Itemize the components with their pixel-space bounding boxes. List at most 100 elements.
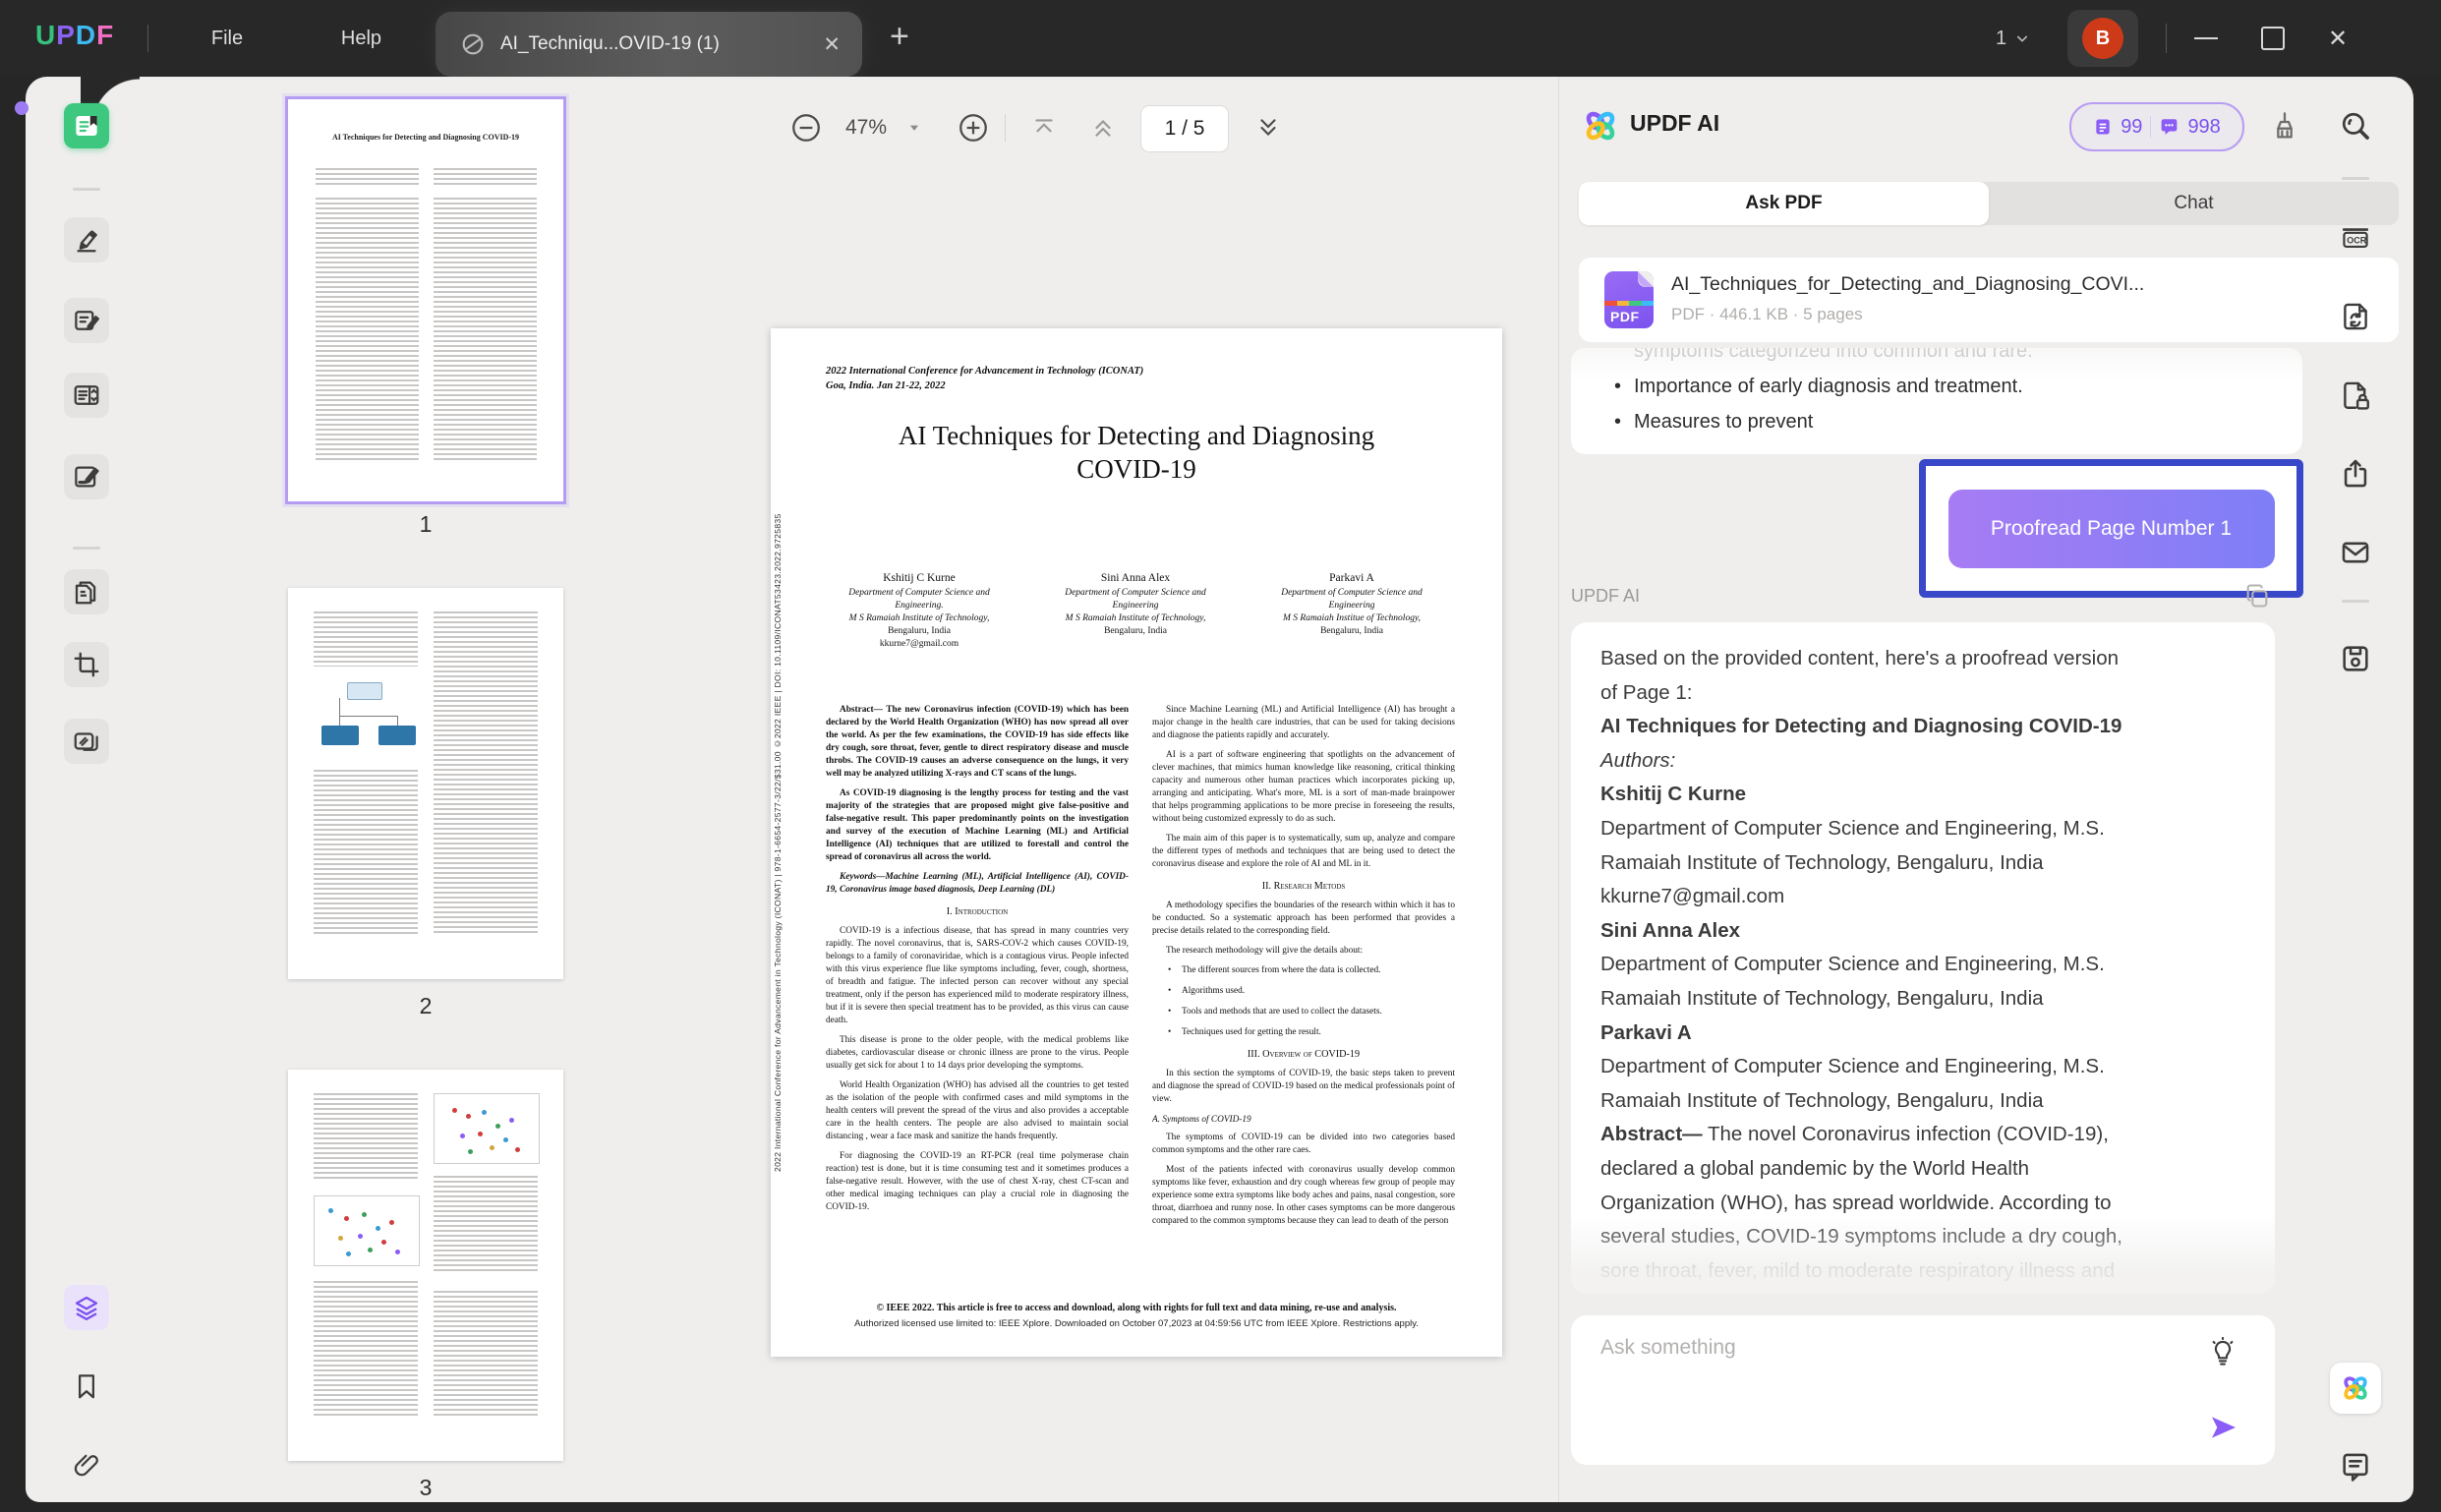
tab-ask-pdf[interactable]: Ask PDF — [1579, 182, 1989, 225]
annotation-note-button[interactable] — [2330, 1441, 2381, 1492]
account-button[interactable]: B — [2067, 10, 2138, 67]
sidebar-item-reader[interactable] — [64, 103, 109, 148]
updf-ai-floating-button[interactable] — [2330, 1363, 2381, 1414]
tab-close-icon[interactable]: ✕ — [823, 32, 841, 57]
updf-logo-letter: F — [96, 20, 114, 50]
updf-ai-logo-icon — [1579, 104, 1622, 147]
sidebar-item-attachment[interactable] — [64, 1442, 109, 1487]
note-bubble-icon — [2339, 1450, 2372, 1483]
new-tab-button[interactable]: + — [890, 0, 909, 77]
response-line: Ramaiah Institute of Technology, Bengalu… — [1600, 846, 2249, 881]
doc-credit-icon — [2093, 117, 2113, 137]
paragraph: World Health Organization (WHO) has advi… — [826, 1079, 1129, 1143]
page-footer-copyright: © IEEE 2022. This article is free to acc… — [771, 1303, 1502, 1313]
flowchart-box — [347, 682, 382, 700]
page-thumbnail-1[interactable]: AI Techniques for Detecting and Diagnosi… — [288, 99, 563, 501]
ocr-button[interactable]: OCR — [2330, 210, 2381, 262]
paper-title: AI Techniques for Detecting and Diagnosi… — [771, 419, 1502, 486]
paragraph: The different sources from where the dat… — [1152, 964, 1455, 977]
toolbar-divider — [1005, 114, 1006, 142]
paragraph: As COVID-19 diagnosing is the lengthy pr… — [826, 787, 1129, 864]
menu-help[interactable]: Help — [324, 0, 398, 77]
titlebar-divider — [2166, 24, 2167, 53]
scroll-to-top-button[interactable] — [1022, 101, 1066, 154]
sidebar-item-organize-pages[interactable] — [64, 569, 109, 614]
page-number-label: 2 — [288, 993, 563, 1019]
page-thumbnail-3[interactable] — [288, 1070, 563, 1461]
next-page-button[interactable] — [1247, 101, 1290, 154]
protect-button[interactable] — [2330, 370, 2381, 421]
ai-message-partial: symptoms categorized into common and rar… — [1571, 348, 2302, 454]
sidebar-item-comment[interactable] — [64, 217, 109, 262]
maximize-button[interactable] — [2245, 0, 2300, 77]
paragraph: I. Introduction — [826, 905, 1129, 918]
attached-file-card[interactable]: PDF AI_Techniques_for_Detecting_and_Diag… — [1579, 258, 2399, 342]
right-column: Since Machine Learning (ML) and Artifici… — [1152, 704, 1455, 1294]
mail-icon — [2339, 536, 2372, 569]
page-footer-license: Authorized licensed use limited to: IEEE… — [771, 1318, 1502, 1329]
sidebar-item-reading-panel[interactable] — [64, 373, 109, 418]
ai-mode-tabs: Ask PDF Chat — [1579, 182, 2399, 225]
faded-line: symptoms categorized into common and rar… — [1634, 348, 2273, 363]
ask-input-card — [1571, 1315, 2275, 1465]
sidebar-item-layers[interactable] — [64, 1285, 109, 1330]
response-text: Based on the provided content, here's a … — [1600, 642, 2249, 1288]
search-button[interactable] — [2330, 100, 2381, 151]
prompt-ideas-button[interactable] — [2208, 1337, 2238, 1367]
convert-button[interactable] — [2330, 291, 2381, 342]
zoom-level[interactable]: 47% — [834, 101, 899, 154]
titlebar-divider — [147, 25, 148, 52]
save-button[interactable] — [2330, 633, 2381, 684]
page-number-label: 3 — [288, 1475, 563, 1501]
previous-page-button[interactable] — [1081, 101, 1125, 154]
zoom-in-button[interactable] — [952, 101, 995, 154]
menu-file[interactable]: File — [193, 0, 262, 77]
clear-chat-button[interactable] — [2269, 110, 2300, 142]
sidebar-item-bookmark[interactable] — [64, 1364, 109, 1409]
response-line: Ramaiah Institute of Technology, Bengalu… — [1600, 982, 2249, 1017]
minimize-button[interactable] — [2179, 0, 2234, 77]
rail-divider — [73, 188, 100, 191]
author-block: Kshitij C Kurne Department of Computer S… — [816, 572, 1022, 651]
ask-input[interactable] — [1598, 1335, 2153, 1361]
send-button[interactable] — [2208, 1412, 2239, 1443]
crop-icon — [72, 650, 101, 679]
copy-response-button[interactable] — [2243, 582, 2271, 610]
page-thumbnail-2[interactable] — [288, 588, 563, 979]
paragraph: For diagnosing the COVID-19 an RT-PCR (r… — [826, 1150, 1129, 1214]
panel-divider — [1558, 77, 1559, 1502]
paragraph: The main aim of this paper is to systema… — [1152, 833, 1455, 871]
share-button[interactable] — [2330, 448, 2381, 499]
response-line: Department of Computer Science and Engin… — [1600, 1050, 2249, 1084]
response-line: kkurne7@gmail.com — [1600, 880, 2249, 914]
sidebar-item-fill-sign[interactable] — [64, 454, 109, 499]
zoom-dropdown[interactable] — [901, 101, 928, 154]
page-indicator[interactable]: 1 / 5 — [1140, 105, 1229, 152]
paragraph: Abstract— The new Coronavirus infection … — [826, 704, 1129, 781]
sync-off-icon — [459, 30, 487, 58]
rail-divider — [2342, 600, 2369, 603]
pdf-page[interactable]: 2022 International Conference for Advanc… — [771, 328, 1502, 1357]
credits-pill[interactable]: 99 998 — [2069, 102, 2244, 151]
zoom-out-button[interactable] — [785, 101, 828, 154]
tutorial-highlight-box: Proofread Page Number 1 — [1919, 459, 2303, 598]
highlighter-icon — [72, 225, 101, 255]
tab-count-dropdown[interactable]: 1 — [1996, 0, 2030, 77]
document-lock-icon — [2339, 378, 2372, 412]
paragraph: Most of the patients infected with coron… — [1152, 1164, 1455, 1228]
sidebar-item-crop[interactable] — [64, 642, 109, 687]
email-button[interactable] — [2330, 527, 2381, 578]
left-column: Abstract— The new Coronavirus infection … — [826, 704, 1129, 1294]
response-line: Department of Computer Science and Engin… — [1600, 948, 2249, 982]
paragraph: A methodology specifies the boundaries o… — [1152, 900, 1455, 938]
note-edit-icon — [72, 306, 101, 335]
document-tab[interactable]: AI_Techniqu...OVID-19 (1) ✕ — [436, 12, 862, 77]
sidebar-item-slideshow[interactable] — [64, 719, 109, 764]
author-block: Sini Anna Alex Department of Computer Sc… — [1032, 572, 1239, 638]
paragraph: AI is a part of software engineering tha… — [1152, 749, 1455, 826]
scatter-plot-figure — [314, 1195, 420, 1266]
proofread-page-button[interactable]: Proofread Page Number 1 — [1948, 490, 2275, 568]
conference-header: 2022 International Conference for Advanc… — [826, 364, 1143, 393]
sidebar-item-edit[interactable] — [64, 298, 109, 343]
close-button[interactable]: ✕ — [2310, 0, 2365, 77]
